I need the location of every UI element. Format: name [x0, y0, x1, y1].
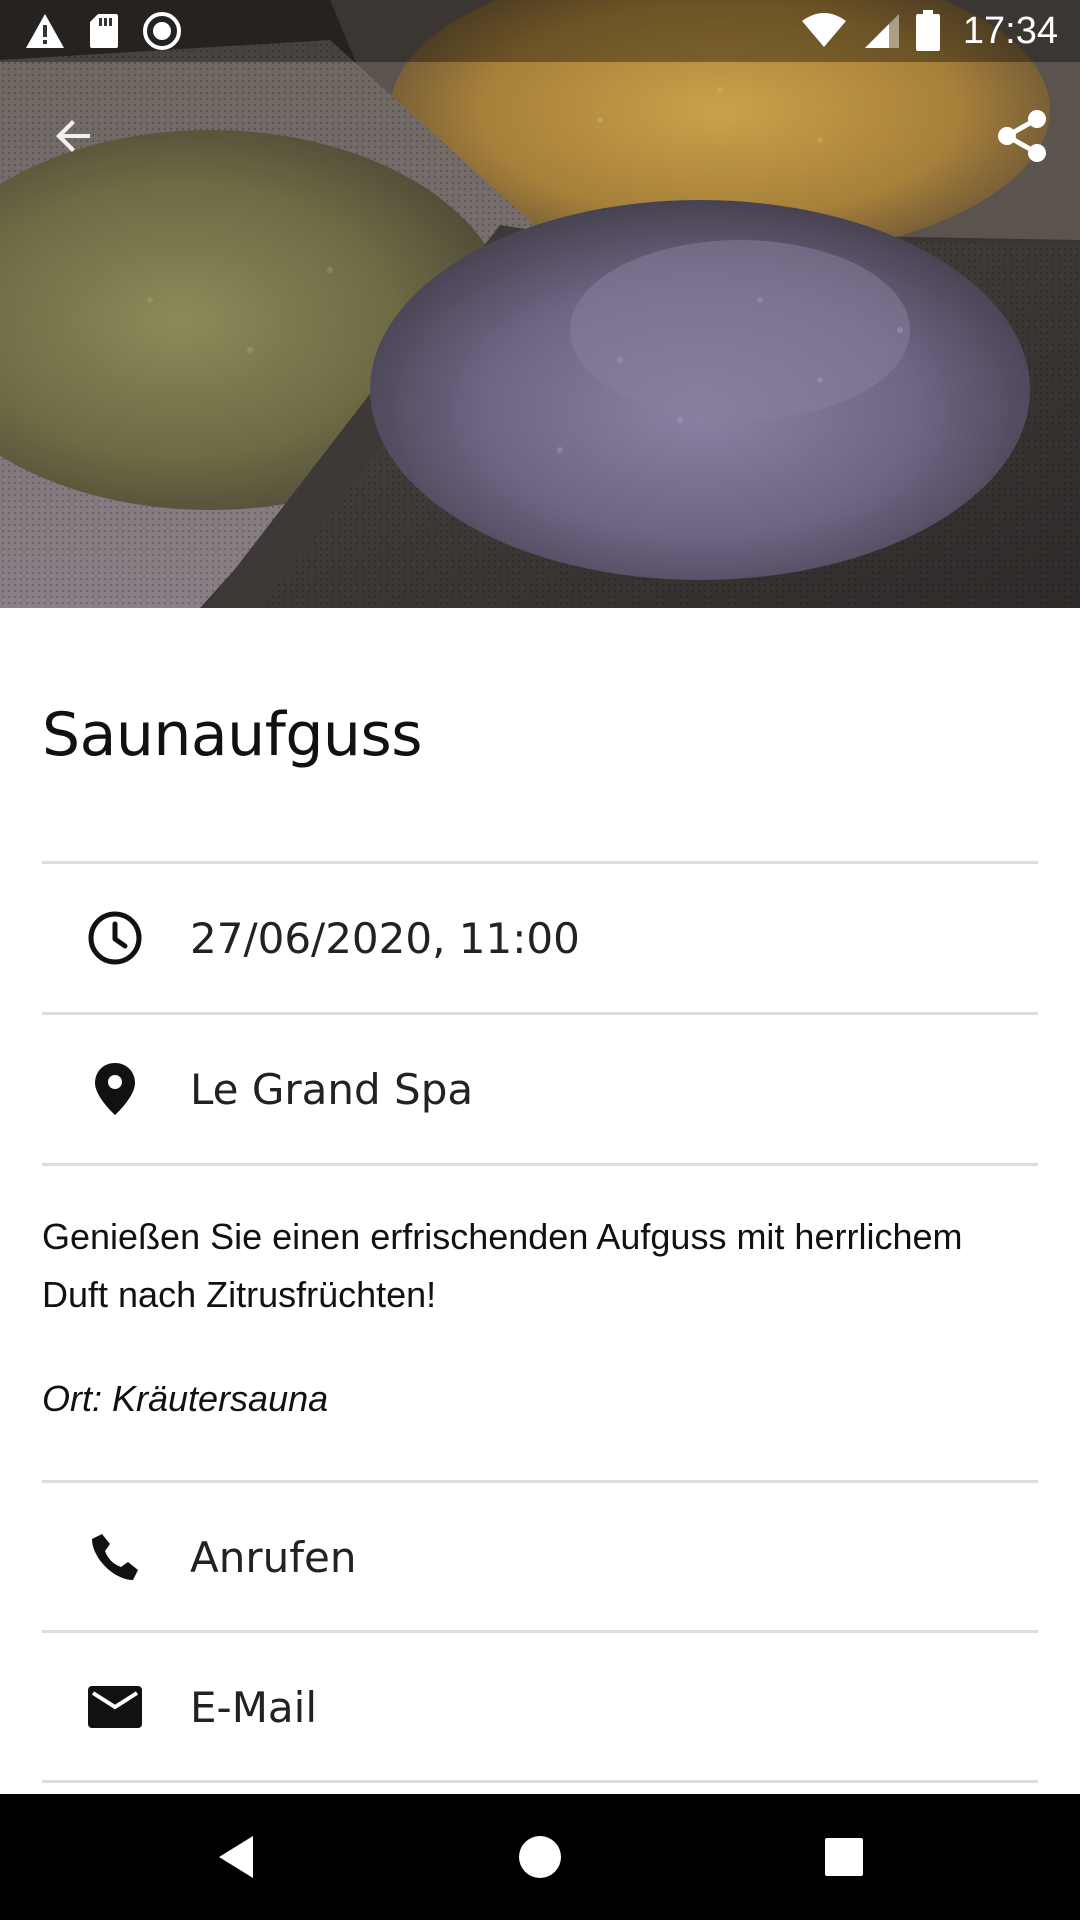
location-row[interactable]: Le Grand Spa	[42, 1015, 1038, 1163]
status-left-icons	[24, 10, 182, 52]
event-datetime: 27/06/2020, 11:00	[190, 913, 580, 963]
email-row[interactable]: E-Mail	[42, 1633, 1038, 1781]
nav-back-icon	[215, 1834, 257, 1880]
status-right-icons: 17:34	[801, 8, 1058, 54]
divider	[42, 1163, 1038, 1166]
wifi-icon	[801, 13, 847, 49]
event-location-note: Ort: Kräutersauna	[42, 1378, 329, 1419]
event-detail-screen: 17:34 Saunaufguss 27/06/2020, 11:00 Le G…	[0, 0, 1080, 1920]
nav-recents-button[interactable]	[804, 1822, 884, 1892]
status-time: 17:34	[962, 9, 1058, 52]
sd-card-icon	[88, 12, 120, 50]
nav-recents-icon	[824, 1837, 864, 1877]
signal-icon	[861, 12, 901, 50]
navigation-bar	[0, 1794, 1080, 1920]
share-button[interactable]	[974, 88, 1070, 184]
call-label: Anrufen	[190, 1532, 357, 1582]
location-pin-icon	[86, 1060, 144, 1118]
status-bar: 17:34	[0, 0, 1080, 62]
arrow-back-icon	[50, 112, 98, 160]
event-location: Le Grand Spa	[190, 1064, 474, 1114]
back-button[interactable]	[26, 88, 122, 184]
nav-home-icon	[518, 1835, 562, 1879]
email-label: E-Mail	[190, 1682, 318, 1732]
nav-back-button[interactable]	[196, 1822, 276, 1892]
warning-icon	[24, 12, 66, 50]
nav-home-button[interactable]	[500, 1822, 580, 1892]
share-icon	[995, 108, 1049, 164]
record-icon	[142, 11, 182, 51]
herbs-photo	[0, 0, 1080, 608]
mail-icon	[86, 1678, 144, 1736]
clock-icon	[86, 909, 144, 967]
hero-image	[0, 0, 1080, 608]
event-description: Genießen Sie einen erfrischenden Aufguss…	[42, 1216, 963, 1315]
page-title: Saunaufguss	[42, 700, 422, 770]
phone-icon	[86, 1528, 144, 1586]
datetime-row: 27/06/2020, 11:00	[42, 864, 1038, 1012]
battery-icon	[915, 10, 941, 52]
call-row[interactable]: Anrufen	[42, 1483, 1038, 1631]
divider	[42, 1780, 1038, 1783]
